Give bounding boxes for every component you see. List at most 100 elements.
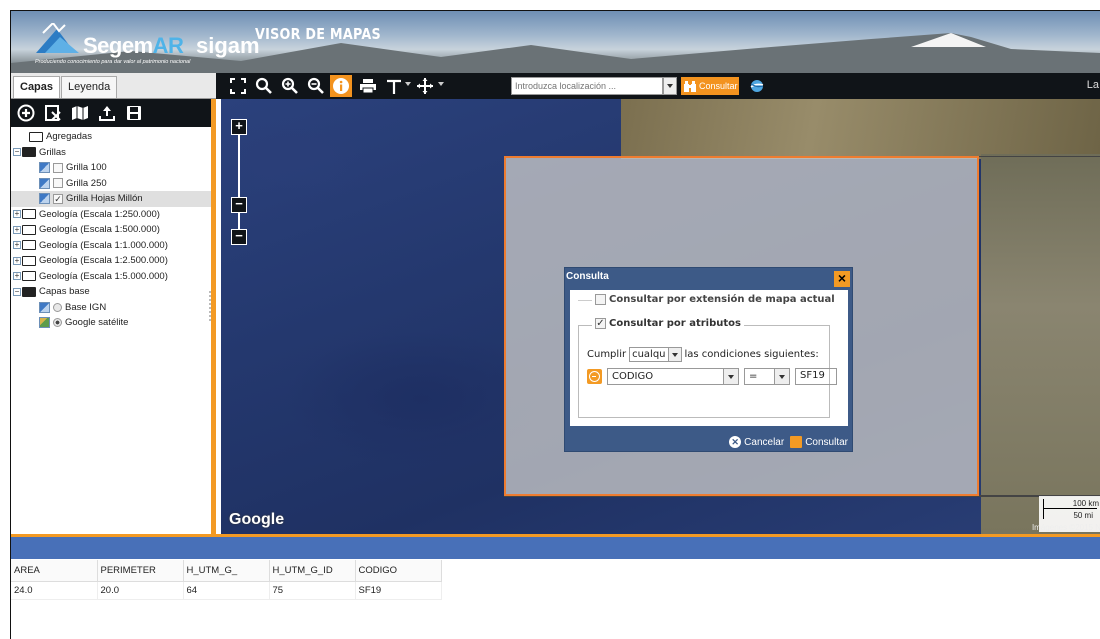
consultar-toolbar-button[interactable]: Consultar (681, 77, 739, 95)
visor-title: VISOR DE MAPAS (255, 25, 381, 43)
extent-option[interactable]: Consultar por extensión de mapa actual (592, 294, 838, 305)
column-header[interactable]: CODIGO (355, 560, 442, 582)
map-land-top (621, 99, 1100, 159)
zoom-out-icon[interactable] (305, 75, 327, 97)
cancel-button[interactable]: ✕ Cancelar (729, 436, 784, 448)
field-value: CODIGO (612, 371, 654, 382)
save-icon[interactable] (124, 103, 144, 123)
tree-node-geologia-5000000[interactable]: + Geología (Escala 1:5.000.000) (11, 269, 211, 285)
remove-condition-icon[interactable] (587, 369, 602, 384)
folder-icon (22, 209, 36, 220)
zoom-slider-track[interactable] (238, 135, 240, 229)
tab-leyenda[interactable]: Leyenda (61, 76, 118, 98)
tree-node-base-ign[interactable]: Base IGN (11, 300, 211, 316)
upload-icon[interactable] (97, 103, 117, 123)
field-select[interactable]: CODIGO (607, 368, 739, 385)
table-row[interactable]: 24.0 20.0 64 75 SF19 (11, 581, 442, 600)
logo-sigam-text: sigam (196, 33, 260, 58)
location-dropdown-icon[interactable] (663, 77, 677, 95)
value-input[interactable]: SF19 (795, 368, 837, 385)
scale-km-label: 100 km (1072, 499, 1099, 508)
grid-outline (979, 156, 1100, 496)
tree-node-geologia-500000[interactable]: + Geología (Escala 1:500.000) (11, 222, 211, 238)
tree-node-grilla-hojas-millon[interactable]: ✓ Grilla Hojas Millón (11, 191, 211, 207)
layer-checkbox[interactable] (53, 162, 63, 173)
tree-node-grillas[interactable]: − Grillas (11, 145, 211, 161)
panel-tabs: Capas Leyenda (11, 73, 216, 99)
search-icon[interactable] (253, 75, 275, 97)
close-icon[interactable]: × (834, 271, 850, 287)
column-header[interactable]: AREA (11, 560, 98, 582)
tree-node-geologia-250000[interactable]: + Geología (Escala 1:250.000) (11, 207, 211, 223)
layer-checkbox[interactable]: ✓ (53, 193, 63, 204)
grid-outline (504, 496, 1100, 534)
layer-icon (39, 162, 50, 174)
tree-node-geologia-2500000[interactable]: + Geología (Escala 1:2.500.000) (11, 253, 211, 269)
extent-checkbox[interactable] (595, 294, 606, 305)
map-layers-icon[interactable] (70, 103, 90, 123)
match-row: Cumplir cualqu las condiciones siguiente… (587, 347, 819, 362)
add-layer-icon[interactable] (16, 103, 36, 123)
layer-icon (39, 301, 50, 313)
layer-checkbox[interactable] (53, 178, 63, 189)
expand-icon[interactable]: + (13, 272, 21, 281)
match-mode-select[interactable]: cualqu (629, 347, 682, 362)
tab-capas[interactable]: Capas (13, 76, 61, 98)
logo-tagline: Produciendo conocimiento para dar valor … (35, 59, 191, 65)
zoom-plus-button[interactable]: + (231, 119, 247, 135)
collapse-icon[interactable]: − (13, 287, 21, 296)
tree-node-capas-base[interactable]: − Capas base (11, 284, 211, 300)
measure-icon[interactable] (383, 75, 405, 97)
baselayer-radio[interactable] (53, 302, 62, 312)
zoom-in-icon[interactable] (279, 75, 301, 97)
folder-icon (22, 224, 36, 235)
pan-icon[interactable] (414, 75, 436, 97)
layer-icon (39, 177, 50, 189)
tree-node-google-satelite[interactable]: Google satélite (11, 315, 211, 331)
tree-label: Grilla 250 (66, 177, 107, 189)
chevron-down-icon[interactable] (723, 369, 738, 384)
zoom-slider-handle[interactable]: − (231, 197, 247, 213)
chevron-down-icon[interactable] (667, 348, 681, 361)
expand-icon[interactable]: + (13, 225, 21, 234)
column-header[interactable]: H_UTM_G_ (183, 560, 270, 582)
tree-label: Base IGN (65, 301, 107, 313)
print-icon[interactable] (357, 75, 379, 97)
tree-node-agregadas[interactable]: Agregadas (11, 129, 211, 145)
globe-icon[interactable] (749, 78, 765, 94)
consultar-button[interactable]: Consultar (790, 436, 848, 448)
attributes-option[interactable]: ✓ Consultar por atributos (592, 318, 744, 329)
attributes-checkbox[interactable]: ✓ (595, 318, 606, 329)
consultar-label: Consultar (805, 436, 848, 448)
folder-icon (22, 271, 36, 282)
location-search-input[interactable] (511, 77, 663, 95)
tree-node-geologia-1000000[interactable]: + Geología (Escala 1:1.000.000) (11, 238, 211, 254)
collapse-icon[interactable]: − (13, 148, 21, 157)
info-icon[interactable] (330, 75, 352, 97)
column-header[interactable]: PERIMETER (97, 560, 184, 582)
remove-layer-icon[interactable] (43, 103, 63, 123)
zoom-control: + − − (231, 119, 247, 245)
zoom-minus-button[interactable]: − (231, 229, 247, 245)
expand-icon[interactable]: + (13, 210, 21, 219)
folder-icon (29, 131, 43, 142)
tree-node-grilla-250[interactable]: Grilla 250 (11, 176, 211, 192)
chevron-down-icon[interactable] (774, 369, 789, 384)
expand-icon[interactable]: + (13, 241, 21, 250)
panel-resize-grip[interactable] (209, 291, 211, 321)
imagery-credit: Imágenes ©2015 N (1031, 523, 1100, 532)
expand-icon[interactable]: + (13, 256, 21, 265)
operator-select[interactable]: = (744, 368, 790, 385)
baselayer-radio[interactable] (53, 318, 62, 328)
google-logo: Google (229, 511, 285, 528)
tree-label: Capas base (39, 286, 90, 298)
tree-label: Grilla Hojas Millón (66, 193, 143, 205)
results-panel: AREA PERIMETER H_UTM_G_ H_UTM_G_ID CODIG… (11, 560, 1100, 639)
full-extent-icon[interactable] (227, 75, 249, 97)
pan-dropdown-icon[interactable] (438, 82, 444, 86)
measure-dropdown-icon[interactable] (405, 82, 411, 86)
tree-node-grilla-100[interactable]: Grilla 100 (11, 160, 211, 176)
binoculars-icon (790, 436, 803, 448)
column-header[interactable]: H_UTM_G_ID (269, 560, 356, 582)
folder-icon (22, 255, 36, 266)
